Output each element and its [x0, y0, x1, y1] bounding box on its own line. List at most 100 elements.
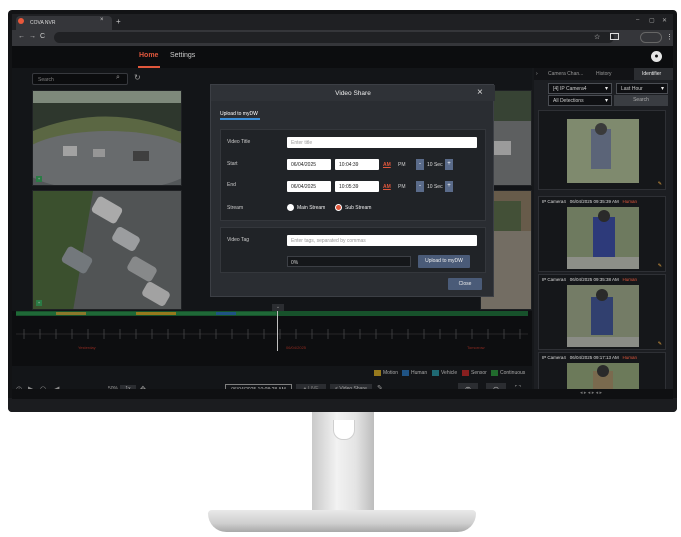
end-step-value: 10 Sec: [427, 184, 443, 190]
browser-tab-bar: COVA NVR × + – ▢ ✕: [12, 14, 673, 30]
video-title-input[interactable]: Enter title: [287, 137, 477, 148]
browser-tab[interactable]: COVA NVR: [16, 16, 112, 30]
tab-camera-channel[interactable]: Camera Chan...: [548, 71, 583, 77]
taskbar: ◂ ▸ ◂ ▸ ◂ ▸: [12, 389, 673, 399]
flag-icon[interactable]: ✎: [658, 341, 662, 347]
tab-close-icon[interactable]: ×: [100, 17, 104, 23]
sub-stream-label[interactable]: Sub Stream: [345, 205, 371, 211]
video-tag-label: Video Tag: [227, 237, 250, 243]
dropdown-arrow-icon: ▾: [660, 86, 664, 92]
card-camera: IP Camera4: [542, 355, 566, 360]
nav-settings[interactable]: Settings: [170, 52, 195, 59]
tab-identifier[interactable]: Identifier: [642, 71, 661, 77]
end-pm-toggle[interactable]: PM: [398, 184, 406, 190]
start-label: Start: [227, 161, 238, 167]
minimize-icon[interactable]: –: [636, 17, 639, 23]
main-stream-label[interactable]: Main Stream: [297, 205, 325, 211]
tab-history[interactable]: History: [596, 71, 612, 77]
panel-collapse-icon[interactable]: ›: [536, 71, 538, 77]
detection-thumbnail: [567, 207, 639, 269]
close-button[interactable]: Close: [448, 278, 482, 290]
time-range-value: Last Hour: [621, 86, 643, 92]
card-header: IP Camera4 06/04/2025 09:35:39 AM Human: [542, 199, 637, 204]
video-share-dialog: Video Share × Upload to myDW Video Title…: [210, 84, 495, 297]
main-stream-radio[interactable]: [287, 204, 294, 211]
user-account-icon[interactable]: ●: [651, 51, 662, 62]
dropdown-arrow-icon: ▾: [604, 86, 608, 92]
tab-title: COVA NVR: [30, 20, 56, 26]
dialog-title: Video Share: [335, 90, 371, 97]
maximize-icon[interactable]: ▢: [649, 17, 655, 24]
start-time-input[interactable]: 10:04:39: [335, 159, 379, 170]
start-decrement-button[interactable]: -: [416, 159, 424, 170]
detection-thumbnail: [567, 285, 639, 347]
detection-search-button[interactable]: Search: [614, 95, 668, 106]
card-time: 06/04/2025 09:35:38 AM: [569, 277, 619, 282]
dialog-header: Video Share ×: [211, 85, 495, 101]
flag-icon[interactable]: ✎: [658, 181, 662, 187]
tab-upload-to-mydw[interactable]: Upload to myDW: [220, 111, 258, 117]
stream-label: Stream: [227, 205, 244, 211]
reload-icon[interactable]: C: [40, 33, 45, 40]
side-panel-icon[interactable]: [610, 33, 619, 40]
start-increment-button[interactable]: +: [445, 159, 453, 170]
close-window-icon[interactable]: ✕: [662, 17, 667, 24]
detection-card[interactable]: IP Camera4 06/04/2025 09:35:38 AM Human …: [538, 274, 666, 350]
detection-type-select[interactable]: All Detections ▾: [548, 95, 612, 106]
new-tab-button[interactable]: +: [116, 17, 121, 26]
start-date-input[interactable]: 06/04/2025: [287, 159, 331, 170]
detection-thumbnail: [567, 119, 639, 183]
app-header: Home Settings ●: [12, 46, 673, 68]
active-tab-indicator: [220, 118, 260, 120]
camera-select-value: [4] IP Camera4: [553, 86, 587, 92]
detection-type-value: All Detections: [553, 98, 584, 104]
video-tag-input[interactable]: Enter tags, separated by commas: [287, 235, 477, 246]
screen: COVA NVR × + – ▢ ✕ ← → C ☆ ⋮ Home Settin…: [12, 14, 673, 399]
monitor-chin: [8, 398, 677, 412]
start-step-value: 10 Sec: [427, 162, 443, 168]
end-time-input[interactable]: 10:05:39: [335, 181, 379, 192]
bookmark-star-icon[interactable]: ☆: [594, 33, 600, 41]
panel-tabs: › Camera Chan... History Identifier: [534, 68, 673, 80]
upload-form: Video Title Enter title Start 06/04/2025…: [220, 129, 486, 221]
browser-menu-icon[interactable]: ⋮: [666, 33, 673, 41]
nav-home[interactable]: Home: [139, 52, 158, 59]
sub-stream-radio[interactable]: [335, 204, 342, 211]
start-pm-toggle[interactable]: PM: [398, 162, 406, 168]
start-am-toggle[interactable]: AM: [383, 162, 391, 168]
dropdown-arrow-icon: ▾: [604, 98, 608, 104]
end-increment-button[interactable]: +: [445, 181, 453, 192]
card-time: 06/04/2025 09:17:13 AM: [569, 355, 619, 360]
url-input[interactable]: [54, 32, 614, 43]
detection-card[interactable]: ✎: [538, 110, 666, 190]
taskbar-icons: ◂ ▸ ◂ ▸ ◂ ▸: [580, 390, 603, 396]
end-decrement-button[interactable]: -: [416, 181, 424, 192]
tag-upload-section: Video Tag Enter tags, separated by comma…: [220, 227, 486, 273]
card-camera: IP Camera4: [542, 199, 566, 204]
end-label: End: [227, 182, 236, 188]
profile-button[interactable]: [640, 32, 662, 43]
card-header: IP Camera4 06/04/2025 09:35:38 AM Human: [542, 277, 637, 282]
video-title-label: Video Title: [227, 139, 251, 145]
end-date-input[interactable]: 06/04/2025: [287, 181, 331, 192]
time-range-select[interactable]: Last Hour ▾: [616, 83, 668, 94]
flag-icon[interactable]: ✎: [658, 263, 662, 269]
forward-icon[interactable]: →: [29, 33, 36, 40]
tab-favicon-icon: [18, 18, 24, 24]
upload-button[interactable]: Upload to myDW: [418, 255, 470, 268]
detection-card[interactable]: IP Camera4 06/04/2025 09:35:39 AM Human …: [538, 196, 666, 272]
end-am-toggle[interactable]: AM: [383, 184, 391, 190]
monitor-stand-base: [208, 510, 476, 532]
card-type: Human: [622, 277, 638, 282]
card-type: Human: [622, 199, 638, 204]
card-camera: IP Camera4: [542, 277, 566, 282]
card-time: 06/04/2025 09:35:39 AM: [569, 199, 619, 204]
monitor-stand-cable-hole: [333, 420, 355, 440]
browser-address-bar: ← → C ☆ ⋮: [12, 30, 673, 46]
camera-select[interactable]: [4] IP Camera4 ▾: [548, 83, 612, 94]
close-icon[interactable]: ×: [477, 87, 483, 98]
card-header: IP Camera4 06/04/2025 09:17:13 AM Human: [542, 355, 637, 360]
card-type: Human: [622, 355, 638, 360]
back-icon[interactable]: ←: [18, 33, 25, 40]
detection-panel: › Camera Chan... History Identifier [4] …: [534, 68, 673, 399]
